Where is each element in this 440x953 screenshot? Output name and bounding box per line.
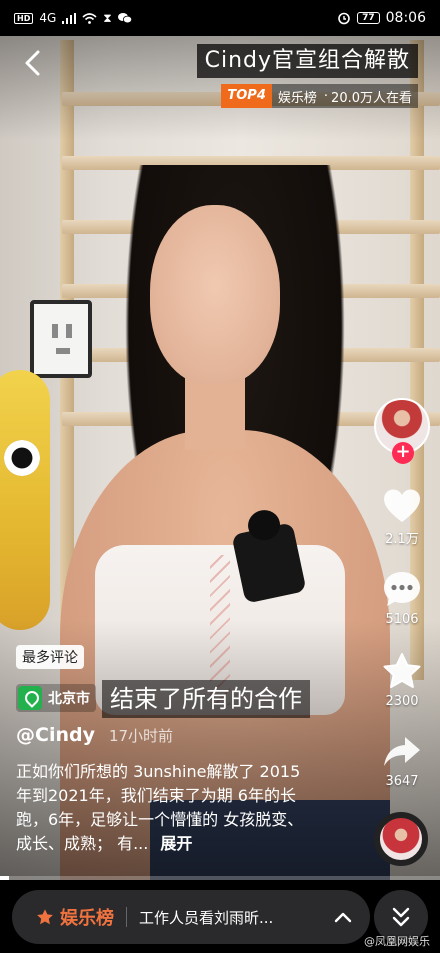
status-right: 77 08:06 — [337, 10, 426, 26]
hot-separator: · — [323, 88, 329, 104]
hourglass-icon: ⧗ — [103, 11, 112, 25]
double-chevron-down-icon — [392, 907, 410, 927]
author-handle[interactable]: @Cindy — [16, 724, 95, 746]
most-comments-tag[interactable]: 最多评论 — [16, 645, 84, 669]
music-disc[interactable] — [374, 812, 428, 866]
hot-list-item: 工作人员看刘雨昕... — [139, 908, 274, 927]
video-subtitle: 结束了所有的合作 — [102, 680, 310, 718]
author-line: @Cindy 17小时前 — [16, 724, 173, 746]
post-caption: 正如你们所想的 3unshine解散了 2015年到2021年，我们结束了为期 … — [16, 760, 316, 856]
network-label: 4G — [39, 11, 57, 25]
signal-icon — [62, 12, 77, 24]
star-hot-icon — [37, 909, 53, 925]
location-pin-icon — [18, 686, 42, 710]
heart-icon[interactable] — [382, 488, 422, 524]
alarm-icon — [338, 12, 350, 25]
comment-action[interactable]: 5106 — [374, 570, 430, 627]
post-time: 17小时前 — [108, 727, 174, 745]
clock: 08:06 — [385, 10, 426, 26]
wall-outlet — [30, 300, 92, 378]
rank-badge: TOP4 — [221, 84, 272, 108]
status-bar: HD 4G ⧗ 77 08:06 — [0, 0, 440, 36]
comment-bubble-icon[interactable] — [382, 570, 422, 608]
chevron-up-icon[interactable] — [334, 911, 352, 923]
hot-list-pill[interactable]: 娱乐榜 工作人员看刘雨昕... — [12, 890, 370, 944]
star-icon[interactable] — [382, 652, 422, 690]
favorite-action[interactable]: 2300 — [374, 652, 430, 709]
comment-count: 5106 — [385, 612, 419, 627]
hot-category: 娱乐榜 — [277, 90, 317, 106]
like-count: 2.1万 — [385, 532, 419, 547]
video-title[interactable]: Cindy官宣组合解散 — [196, 44, 418, 78]
pill-divider — [126, 907, 127, 927]
location-label: 北京市 — [48, 691, 90, 707]
bottom-bar: 娱乐榜 工作人员看刘雨昕... @凤凰网娱乐 — [0, 880, 440, 953]
battery-icon: 77 — [357, 12, 380, 24]
creator-avatar-wrap[interactable]: + — [374, 398, 430, 464]
hot-rank-banner[interactable]: TOP4 娱乐榜 · 20.0万人在看 — [221, 84, 418, 108]
share-arrow-icon[interactable] — [382, 734, 422, 770]
back-arrow-icon[interactable] — [20, 48, 46, 78]
viewer-count: 20.0万人在看 — [331, 90, 412, 106]
toy-figure — [0, 370, 50, 630]
wechat-icon — [117, 13, 132, 24]
location-tag[interactable]: 北京市 — [16, 684, 96, 712]
person-face — [150, 205, 280, 385]
expand-link[interactable]: 展开 — [160, 834, 192, 853]
music-disc-wrap[interactable] — [374, 812, 430, 866]
favorite-count: 2300 — [385, 694, 419, 709]
hd-icon: HD — [14, 12, 34, 24]
hot-list-title: 娱乐榜 — [60, 908, 114, 929]
status-left: HD 4G ⧗ — [14, 12, 132, 24]
share-action[interactable]: 3647 — [374, 734, 430, 789]
follow-plus-icon[interactable]: + — [392, 442, 414, 464]
wifi-icon — [82, 12, 97, 24]
share-count: 3647 — [385, 774, 419, 789]
watermark: @凤凰网娱乐 — [364, 935, 430, 948]
like-action[interactable]: 2.1万 — [374, 488, 430, 547]
